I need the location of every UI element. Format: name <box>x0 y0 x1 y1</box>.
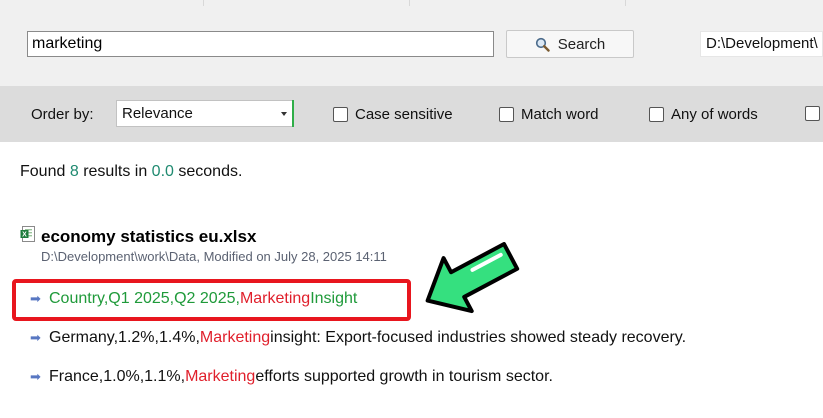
results-summary: Found 8 results in 0.0 seconds. <box>20 163 242 181</box>
dropdown-caret-icon <box>281 112 287 116</box>
result-line[interactable]: ➡ France,1.0%,1.1%, Marketing efforts su… <box>30 368 553 386</box>
result-count: 8 <box>69 163 79 180</box>
magnifier-icon <box>535 37 550 52</box>
checkbox-label: Case sensitive <box>355 106 453 123</box>
search-button-label: Search <box>557 35 606 53</box>
select-focus-edge <box>292 100 294 127</box>
excel-file-icon: X <box>20 226 36 247</box>
extra-option-checkbox[interactable] <box>805 106 820 121</box>
any-of-words-checkbox[interactable]: Any of words <box>649 106 758 123</box>
right-arrow-icon: ➡ <box>30 369 41 384</box>
search-button[interactable]: Search <box>506 30 634 58</box>
line-text: Germany,1.2%,1.4%, <box>49 329 200 346</box>
right-arrow-icon: ➡ <box>30 330 41 345</box>
summary-middle: results in <box>83 163 148 180</box>
search-input[interactable] <box>27 31 494 57</box>
checkbox-label: Any of words <box>671 106 758 123</box>
annotation-highlight-box <box>12 279 411 321</box>
tab-separator <box>625 0 626 6</box>
checkbox-box[interactable] <box>333 107 348 122</box>
checkbox-box[interactable] <box>499 107 514 122</box>
line-text: efforts supported growth in tourism sect… <box>255 368 553 385</box>
summary-suffix: seconds. <box>178 163 243 180</box>
svg-text:X: X <box>22 232 27 239</box>
line-text: France,1.0%,1.1%, <box>49 368 186 385</box>
tab-separator <box>409 0 410 6</box>
order-by-select[interactable]: Relevance <box>116 100 294 127</box>
result-file-title[interactable]: X economy statistics eu.xlsx <box>20 226 256 247</box>
checkbox-box[interactable] <box>649 107 664 122</box>
result-file-name: economy statistics eu.xlsx <box>41 226 257 246</box>
result-file-meta: D:\Development\work\Data, Modified on Ju… <box>41 249 387 264</box>
summary-prefix: Found <box>20 163 66 180</box>
result-line[interactable]: ➡ Germany,1.2%,1.4%, Marketing insight: … <box>30 329 686 347</box>
annotation-arrow-icon <box>416 242 524 319</box>
search-time: 0.0 <box>151 163 174 180</box>
order-by-value: Relevance <box>122 105 193 122</box>
options-bar: Order by: Relevance Case sensitive Match… <box>0 86 823 142</box>
checkbox-box[interactable] <box>805 106 820 121</box>
line-text: insight: Export-focused industries showe… <box>270 329 687 346</box>
match-highlight: Marketing <box>185 368 256 385</box>
match-word-checkbox[interactable]: Match word <box>499 106 599 123</box>
checkbox-label: Match word <box>521 106 599 123</box>
case-sensitive-checkbox[interactable]: Case sensitive <box>333 106 453 123</box>
order-by-label: Order by: <box>31 106 94 123</box>
search-toolbar: Search D:\Development\ <box>0 0 823 86</box>
search-path-field[interactable]: D:\Development\ <box>700 31 823 57</box>
match-highlight: Marketing <box>199 329 271 346</box>
tab-separator <box>203 0 204 6</box>
